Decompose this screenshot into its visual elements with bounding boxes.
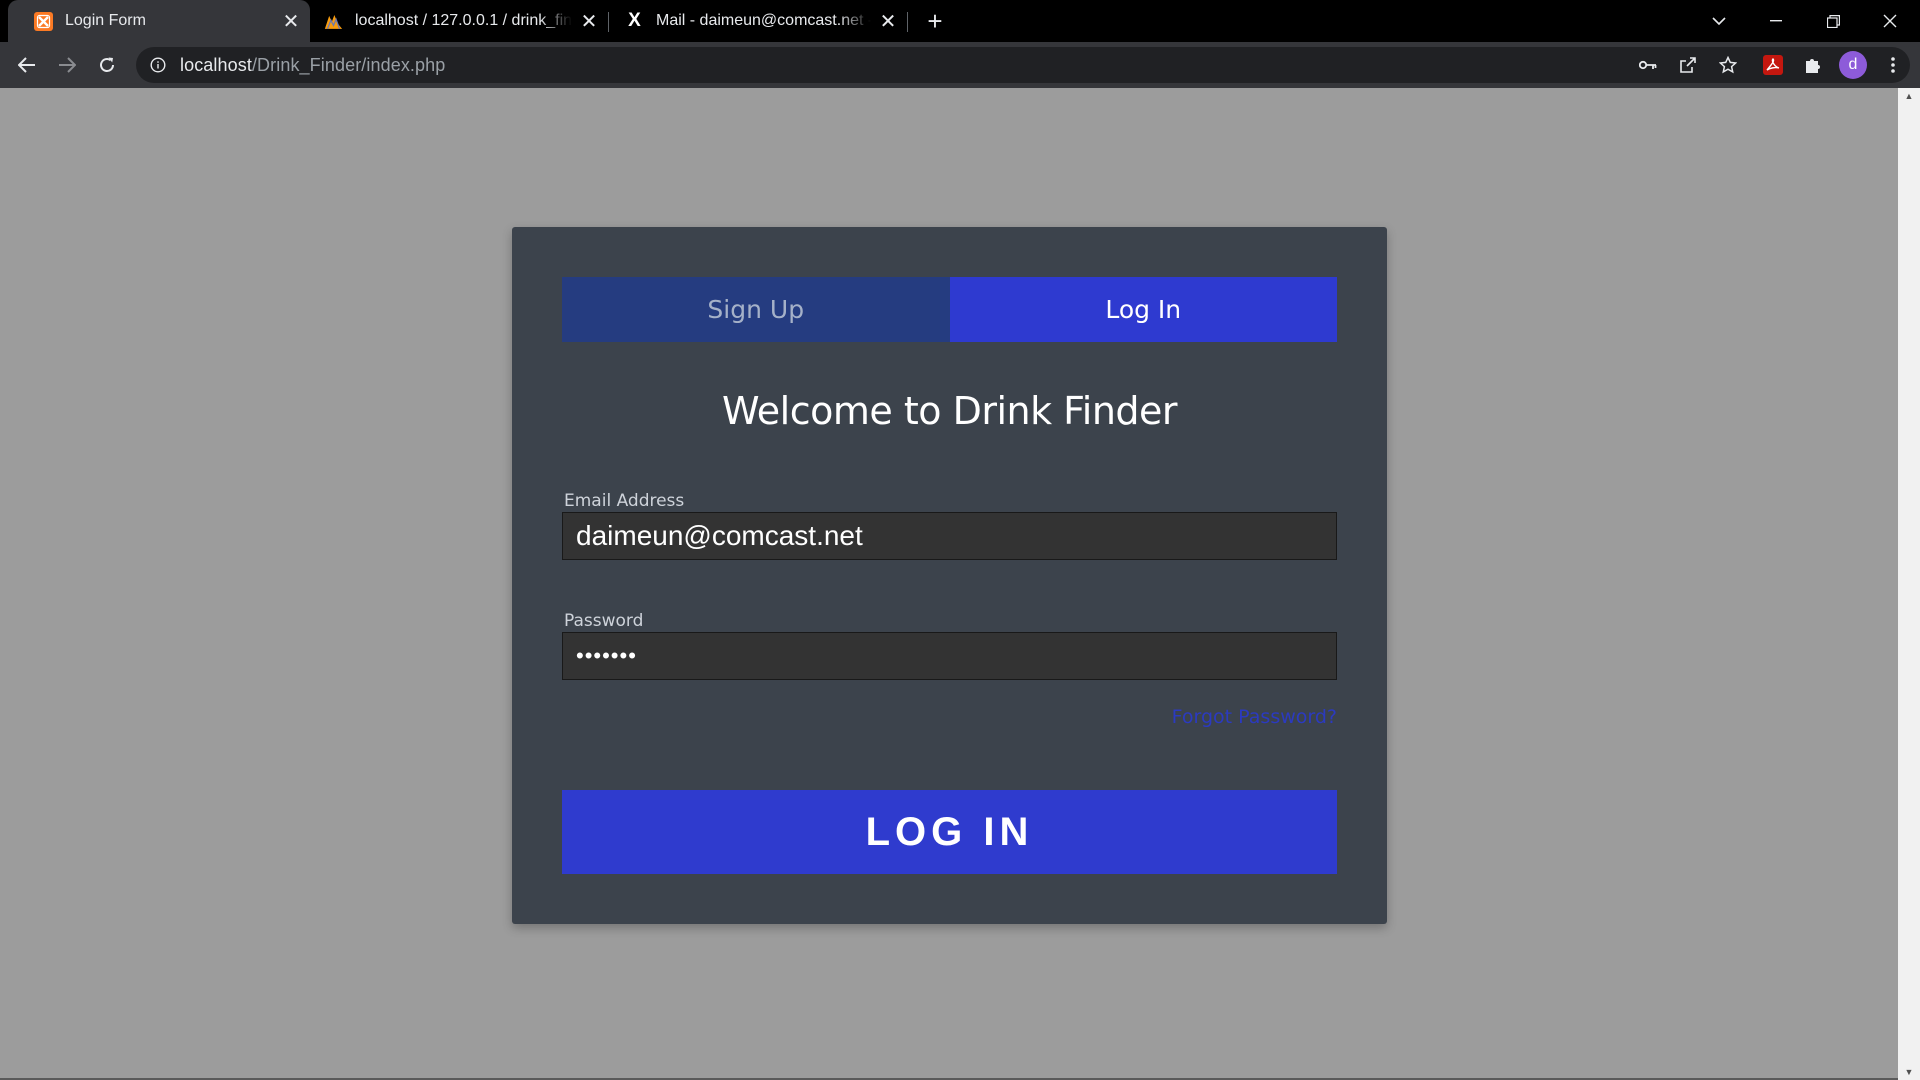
email-field[interactable]: daimeun@comcast.net <box>562 512 1337 560</box>
restore-button[interactable] <box>1805 0 1861 42</box>
new-tab-button[interactable]: + <box>920 6 950 36</box>
profile-avatar[interactable]: d <box>1839 51 1867 79</box>
url-text: localhost/Drink_Finder/index.php <box>180 55 445 76</box>
acrobat-extension-icon[interactable] <box>1758 50 1788 80</box>
email-label: Email Address <box>564 491 685 511</box>
tab-title: localhost / 127.0.0.1 / drink_finder <box>355 12 572 29</box>
url-host: localhost <box>180 54 252 75</box>
tab-phpmyadmin[interactable]: localhost / 127.0.0.1 / drink_finder ✕ <box>310 0 608 42</box>
close-tab-icon[interactable]: ✕ <box>280 10 302 33</box>
password-key-icon[interactable] <box>1634 47 1662 83</box>
tab-title: Login Form <box>65 12 146 29</box>
tab-sign-up[interactable]: Sign Up <box>562 277 950 342</box>
tab-search-icon[interactable] <box>1691 0 1747 42</box>
forward-icon[interactable] <box>52 50 82 80</box>
phpmyadmin-icon <box>324 12 343 31</box>
tab-title: Mail - daimeun@comcast.net - Xfinity <box>656 12 871 29</box>
forgot-password-link[interactable]: Forgot Password? <box>1172 706 1337 728</box>
bookmark-star-icon[interactable] <box>1714 47 1742 83</box>
share-icon[interactable] <box>1674 47 1702 83</box>
log-in-button[interactable]: LOG IN <box>562 790 1337 874</box>
site-info-icon[interactable] <box>150 57 166 73</box>
password-label: Password <box>564 611 644 631</box>
menu-kebab-icon[interactable] <box>1878 50 1908 80</box>
extensions-puzzle-icon[interactable] <box>1798 50 1828 80</box>
minimize-button[interactable] <box>1748 0 1804 42</box>
address-bar[interactable]: localhost/Drink_Finder/index.php <box>136 47 1910 83</box>
tab-login-form[interactable]: Login Form ✕ <box>8 0 310 42</box>
tab-separator <box>907 12 908 32</box>
form-tabs: Sign Up Log In <box>562 277 1337 342</box>
close-window-button[interactable] <box>1862 0 1918 42</box>
scroll-up-arrow-icon[interactable]: ▲ <box>1898 88 1920 104</box>
page-scrollbar[interactable]: ▲ ▼ <box>1898 88 1920 1080</box>
tab-mail[interactable]: X Mail - daimeun@comcast.net - Xfinity ✕ <box>609 0 907 42</box>
password-field[interactable]: ••••••• <box>562 632 1337 680</box>
browser-tab-strip: Login Form ✕ localhost / 127.0.0.1 / dri… <box>0 0 1920 42</box>
close-tab-icon[interactable]: ✕ <box>578 10 600 33</box>
url-path: /Drink_Finder/index.php <box>251 54 446 75</box>
close-tab-icon[interactable]: ✕ <box>877 10 899 33</box>
tab-log-in[interactable]: Log In <box>949 277 1337 342</box>
xampp-icon <box>34 11 53 31</box>
browser-toolbar: localhost/Drink_Finder/index.php d <box>0 42 1920 88</box>
page-title: Welcome to Drink Finder <box>721 389 1178 433</box>
page-viewport: Sign Up Log In Welcome to Drink Finder E… <box>0 88 1898 1080</box>
back-icon[interactable] <box>12 50 42 80</box>
reload-icon[interactable] <box>92 50 122 80</box>
xfinity-x-icon: X <box>628 10 641 31</box>
login-card: Sign Up Log In Welcome to Drink Finder E… <box>512 227 1387 924</box>
scroll-down-arrow-icon[interactable]: ▼ <box>1898 1064 1920 1080</box>
